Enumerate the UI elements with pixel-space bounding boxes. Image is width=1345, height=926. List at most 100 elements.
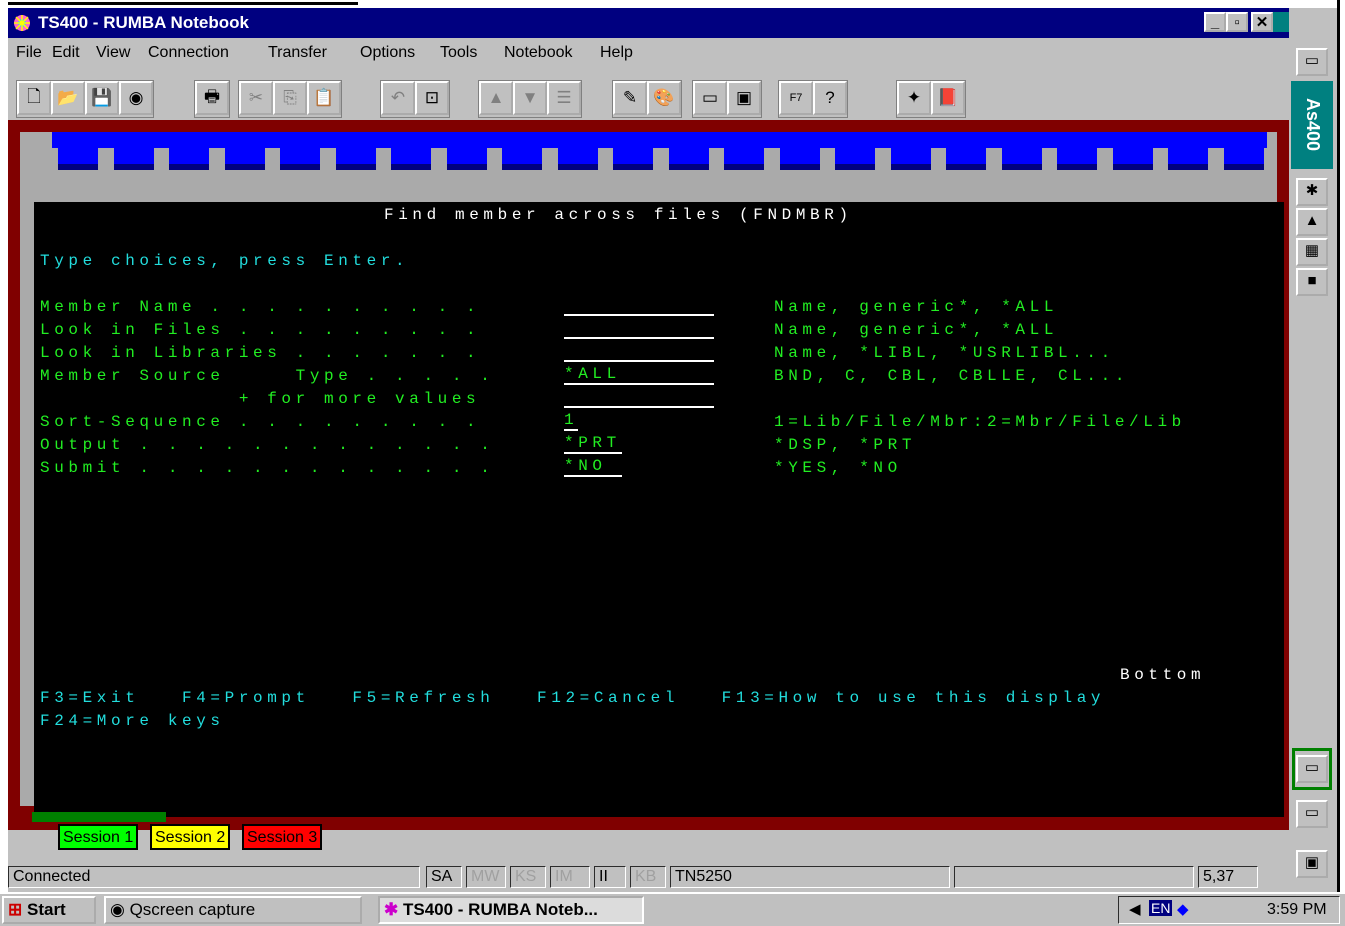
- book-session-icon[interactable]: ■: [1296, 268, 1328, 296]
- tab-session-1[interactable]: Session 1: [58, 824, 139, 850]
- connection-status: Connected: [8, 866, 420, 888]
- paste-icon[interactable]: 📋: [307, 81, 341, 115]
- member-source-type-input[interactable]: *ALL: [564, 365, 714, 385]
- system-tray: ◀ EN ◆ 3:59 PM: [1118, 896, 1340, 924]
- task-qscreen-label: Qscreen capture: [129, 900, 256, 919]
- copy-icon[interactable]: ⎘: [273, 81, 307, 115]
- screen-title: Find member across files (FNDMBR): [384, 206, 853, 224]
- maximize-button[interactable]: ▫: [1226, 12, 1248, 32]
- record-icon[interactable]: ▭: [693, 81, 727, 115]
- menu-options[interactable]: Options: [360, 44, 415, 62]
- menu-view[interactable]: View: [96, 44, 130, 62]
- toolbar-group-file: 🗋 📂 💾 ◉: [16, 80, 154, 118]
- menu-notebook[interactable]: Notebook: [504, 44, 573, 62]
- capture-icon: ◉: [110, 900, 125, 919]
- protocol-status: TN5250: [670, 866, 950, 888]
- instruction-text: Type choices, press Enter.: [40, 252, 410, 270]
- sort-sequence-input[interactable]: 1: [564, 411, 578, 431]
- save-icon[interactable]: 💾: [85, 81, 119, 115]
- folder-icon-active[interactable]: ▭: [1296, 755, 1328, 783]
- notebook-page: Find member across files (FNDMBR) Type c…: [20, 132, 1284, 817]
- transfer-list-icon[interactable]: ☰: [547, 81, 581, 115]
- output-input[interactable]: *PRT: [564, 434, 622, 454]
- notebook-ring: [1057, 148, 1097, 170]
- undo-icon[interactable]: ↶: [381, 81, 415, 115]
- task-qscreen-capture[interactable]: ◉ Qscreen capture: [104, 896, 362, 924]
- notebook-ring: [946, 148, 986, 170]
- toolbar-group-print: 🖶: [194, 80, 230, 118]
- language-indicator[interactable]: EN: [1149, 900, 1173, 916]
- playback-icon[interactable]: ▣: [727, 81, 761, 115]
- minimize-button[interactable]: _: [1204, 12, 1226, 32]
- submit-input[interactable]: *NO: [564, 457, 622, 477]
- printer-session-icon[interactable]: ▦: [1296, 238, 1328, 266]
- notebook-ring: [502, 148, 542, 170]
- field-label-look-in-files: Look in Files . . . . . . . . .: [40, 321, 481, 339]
- notebook-frame: Find member across files (FNDMBR) Type c…: [8, 120, 1289, 850]
- field-label-member-source-type: Member Source Type . . . . .: [40, 367, 495, 385]
- menu-edit[interactable]: Edit: [52, 44, 80, 62]
- menu-file[interactable]: File: [16, 44, 42, 62]
- display-icon[interactable]: ▲: [1296, 208, 1328, 236]
- menu-tools[interactable]: Tools: [440, 44, 477, 62]
- color-icon[interactable]: 🎨: [647, 81, 681, 115]
- select-icon[interactable]: ⊡: [415, 81, 449, 115]
- connect-icon[interactable]: ◉: [119, 81, 153, 115]
- network-icon[interactable]: ◆: [1177, 900, 1189, 918]
- help-pointer-icon[interactable]: ?: [813, 81, 847, 115]
- look-in-files-input[interactable]: [564, 319, 714, 339]
- close-button[interactable]: ✕: [1251, 12, 1273, 32]
- member-name-input[interactable]: [564, 296, 714, 316]
- field-label-member-name: Member Name . . . . . . . . . .: [40, 298, 481, 316]
- function-keys-line-1: F3=Exit F4=Prompt F5=Refresh F12=Cancel …: [40, 689, 1106, 707]
- open-icon[interactable]: 📂: [51, 81, 85, 115]
- task-rumba-label: TS400 - RUMBA Noteb...: [402, 900, 598, 919]
- menu-help[interactable]: Help: [600, 44, 633, 62]
- more-values-input[interactable]: [564, 388, 714, 408]
- notebook-ring: [335, 148, 376, 170]
- start-button[interactable]: ⊞ Start: [2, 896, 96, 924]
- field-hint-member-source-type: BND, C, CBL, CBLLE, CL...: [774, 367, 1130, 385]
- rumba-task-icon: ✱: [384, 900, 399, 919]
- folder-icon[interactable]: ▭: [1296, 48, 1328, 76]
- active-tab-indicator: [32, 812, 166, 822]
- title-bar[interactable]: TS400 - RUMBA Notebook _ ▫ ✕: [8, 8, 1295, 38]
- menu-transfer[interactable]: Transfer: [268, 44, 327, 62]
- field-label-submit: Submit . . . . . . . . . . . . .: [40, 459, 495, 477]
- notebook-ring: [391, 148, 431, 170]
- windows-logo-icon: ⊞: [8, 900, 23, 919]
- as400-tab[interactable]: As400: [1291, 81, 1333, 169]
- windows-icon[interactable]: ▣: [1296, 850, 1328, 878]
- print-icon[interactable]: 🖶: [195, 81, 229, 115]
- receive-file-icon[interactable]: ▼: [513, 81, 547, 115]
- notebook-ring: [835, 148, 875, 170]
- cut-icon[interactable]: ✂: [239, 81, 273, 115]
- notebook-ring: [280, 148, 320, 170]
- send-file-icon[interactable]: ▲: [479, 81, 513, 115]
- wand-icon[interactable]: ✦: [897, 81, 931, 115]
- notebook-ring: [1168, 148, 1208, 170]
- notebook-ring: [446, 148, 487, 170]
- notebook-ring: [613, 148, 653, 170]
- notebook-ring: [668, 148, 709, 170]
- field-hint-look-in-libraries: Name, *LIBL, *USRLIBL...: [774, 344, 1115, 362]
- macro-icon[interactable]: ✎: [613, 81, 647, 115]
- terminal-screen[interactable]: Find member across files (FNDMBR) Type c…: [34, 202, 1284, 817]
- toolbar-group-extra: ✦ 📕: [896, 80, 966, 118]
- session-icon[interactable]: ✱: [1296, 178, 1328, 206]
- f7-key-button[interactable]: F7: [779, 81, 813, 115]
- field-label-output: Output . . . . . . . . . . . . .: [40, 436, 495, 454]
- tab-session-3[interactable]: Session 3: [242, 824, 323, 850]
- look-in-libraries-input[interactable]: [564, 342, 714, 362]
- new-icon[interactable]: 🗋: [17, 81, 51, 115]
- folder-icon-2[interactable]: ▭: [1296, 800, 1328, 828]
- task-rumba-notebook[interactable]: ✱ TS400 - RUMBA Noteb...: [378, 896, 644, 924]
- book-icon[interactable]: 📕: [931, 81, 965, 115]
- toolbar-group-macro: ✎ 🎨: [612, 80, 682, 118]
- status-ks: KS: [510, 866, 546, 888]
- rumba-app-icon: [14, 15, 30, 31]
- menu-connection[interactable]: Connection: [148, 44, 229, 62]
- tab-session-2[interactable]: Session 2: [150, 824, 231, 850]
- speaker-icon[interactable]: ◀: [1129, 900, 1141, 918]
- toolbar-group-edit: ✂ ⎘ 📋: [238, 80, 342, 118]
